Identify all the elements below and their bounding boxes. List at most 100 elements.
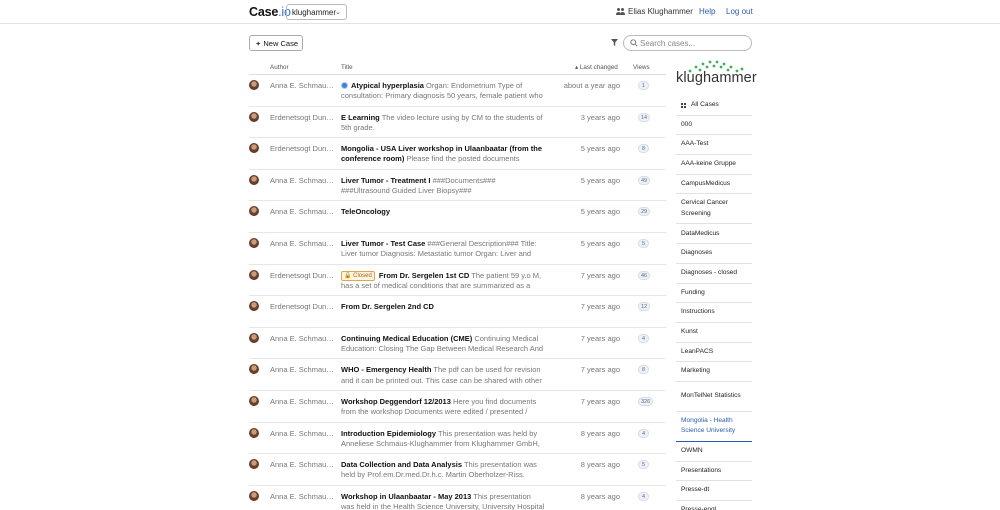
brand-logo[interactable]: Case.io	[249, 5, 291, 19]
filter-icon[interactable]	[611, 39, 618, 46]
case-last-changed: 7 years ago	[580, 365, 620, 375]
case-title[interactable]: E Learning	[341, 113, 380, 122]
sidebar-item-owmn[interactable]: OWMN	[676, 442, 752, 462]
top-navbar: Case.io klughammer ⌄ Elias Klughammer He…	[0, 0, 1000, 24]
table-row[interactable]: Anna E. Schmau… Data Collection and Data …	[249, 454, 666, 486]
search-input[interactable]	[640, 37, 748, 49]
sidebar-item-aaa-test[interactable]: AAA-Test	[676, 135, 752, 156]
avatar	[249, 80, 259, 90]
logout-link[interactable]: Log out	[726, 7, 753, 16]
case-title-cell[interactable]: Continuing Medical Education (CME) Conti…	[341, 334, 546, 354]
case-title-cell[interactable]: E Learning The video lecture using by CM…	[341, 113, 546, 133]
sidebar-item-000[interactable]: 000	[676, 116, 752, 136]
case-title-cell[interactable]: From Dr. Sergelen 2nd CD	[341, 302, 546, 312]
sidebar-item-label: All Cases	[691, 101, 719, 109]
case-title[interactable]: Workshop Deggendorf 12/2013	[341, 397, 451, 406]
table-row[interactable]: Anna E. Schmau… Liver Tumor - Treatment I…	[249, 170, 666, 202]
case-last-changed: about a year ago	[563, 81, 620, 90]
case-author: Anna E. Schmau…	[270, 333, 334, 343]
case-title-cell[interactable]: WHO - Emergency Health The pdf can be us…	[341, 365, 546, 385]
case-title-cell[interactable]: Workshop Deggendorf 12/2013 Here you fin…	[341, 397, 546, 417]
case-author: Erdenetsogt Dun…	[270, 270, 334, 280]
sidebar-item-diagnoses[interactable]: Diagnoses	[676, 244, 752, 264]
sidebar-item-cervical-cancer-screening[interactable]: Cervical Cancer Screening	[676, 194, 752, 225]
sidebar-item-presentations[interactable]: Presentations	[676, 462, 752, 482]
table-row[interactable]: Anna E. Schmau… Workshop Deggendorf 12/20…	[249, 391, 666, 423]
views-count-badge: 5	[638, 460, 649, 470]
case-title[interactable]: Workshop in Ulaanbaatar - May 2013	[341, 492, 471, 501]
table-row[interactable]: Erdenetsogt Dun… 🔒 Closed From Dr. Sergele…	[249, 265, 666, 297]
organization-select[interactable]: klughammer ⌄	[286, 4, 347, 20]
table-row[interactable]: Erdenetsogt Dun… E Learning The video lec…	[249, 107, 666, 139]
case-title-cell[interactable]: TeleOncology	[341, 207, 546, 217]
sidebar-item-campusmedicus[interactable]: CampusMedicus	[676, 175, 752, 195]
case-title-cell[interactable]: 🔒 Closed From Dr. Sergelen 1st CD The pat…	[341, 270, 546, 291]
sidebar-item-presse-dt[interactable]: Presse-dt	[676, 481, 752, 501]
case-list: Anna E. Schmau… Atypical hyperplasia Orga…	[249, 75, 666, 510]
case-title[interactable]: WHO - Emergency Health	[341, 365, 431, 374]
case-title[interactable]: From Dr. Sergelen 1st CD	[379, 271, 469, 280]
case-author: Erdenetsogt Dun…	[270, 112, 334, 122]
views-count-badge: 46	[638, 270, 651, 280]
table-row[interactable]: Anna E. Schmau… Workshop in Ulaanbaatar -…	[249, 486, 666, 510]
views-count-badge: 8	[638, 144, 649, 154]
case-title-cell[interactable]: Data Collection and Data Analysis This p…	[341, 460, 546, 480]
sidebar-item-presse-engl[interactable]: Presse-engl	[676, 501, 752, 510]
case-title[interactable]: Introduction Epidemiology	[341, 429, 436, 438]
search-box[interactable]	[623, 35, 752, 51]
views-count-badge: 4	[638, 333, 649, 343]
case-last-changed: 7 years ago	[580, 302, 620, 312]
sidebar-item-instructions[interactable]: Instructions	[676, 303, 752, 323]
case-title[interactable]: Atypical hyperplasia	[351, 81, 424, 90]
case-author: Anna E. Schmau…	[270, 365, 334, 375]
plus-icon: +	[256, 39, 261, 48]
sidebar-item-leanpacs[interactable]: LeanPACS	[676, 343, 752, 363]
sidebar-item-diagnoses-closed[interactable]: Diagnoses - closed	[676, 264, 752, 284]
views-count-badge: 326	[638, 396, 654, 406]
table-row[interactable]: Anna E. Schmau… Continuing Medical Educat…	[249, 328, 666, 360]
table-row[interactable]: Erdenetsogt Dun… Mongolia - USA Liver wor…	[249, 138, 666, 170]
case-title[interactable]: From Dr. Sergelen 2nd CD	[341, 302, 434, 311]
case-title-cell[interactable]: Introduction Epidemiology This presentat…	[341, 429, 546, 449]
column-header-author[interactable]: Author	[270, 64, 289, 71]
case-title[interactable]: Data Collection and Data Analysis	[341, 460, 462, 469]
case-title[interactable]: TeleOncology	[341, 207, 390, 216]
case-title-cell[interactable]: Liver Tumor - Treatment I ###Documents##…	[341, 176, 546, 196]
case-title-cell[interactable]: Workshop in Ulaanbaatar - May 2013 This …	[341, 492, 546, 510]
table-row[interactable]: Anna E. Schmau… TeleOncology 5 years ago 2…	[249, 201, 666, 233]
table-row[interactable]: Anna E. Schmau… WHO - Emergency Health Th…	[249, 359, 666, 391]
sidebar-item-all-cases[interactable]: All Cases	[676, 96, 752, 116]
sidebar-item-datamedicus[interactable]: DataMedicus	[676, 224, 752, 245]
sidebar-item-label: Marketing	[681, 367, 710, 375]
sort-asc-icon: ▴	[575, 64, 579, 71]
column-header-title[interactable]: Title	[341, 64, 353, 71]
case-title-cell[interactable]: Atypical hyperplasia Organ: Endometrium …	[341, 81, 546, 101]
sidebar-item-kunst[interactable]: Kunst	[676, 323, 752, 343]
table-row[interactable]: Anna E. Schmau… Liver Tumor - Test Case #…	[249, 233, 666, 265]
case-title[interactable]: Continuing Medical Education (CME)	[341, 334, 472, 343]
help-link[interactable]: Help	[699, 7, 715, 16]
views-count-badge: 4	[638, 428, 649, 438]
table-row[interactable]: Anna E. Schmau… Atypical hyperplasia Orga…	[249, 75, 666, 107]
sidebar-item-funding[interactable]: Funding	[676, 284, 752, 304]
case-title-cell[interactable]: Liver Tumor - Test Case ###General Descr…	[341, 239, 546, 259]
case-last-changed: 7 years ago	[580, 270, 620, 280]
column-header-last-changed[interactable]: ▴ Last changed	[575, 64, 618, 71]
table-row[interactable]: Anna E. Schmau… Introduction Epidemiology…	[249, 423, 666, 455]
sidebar-item-marketing[interactable]: Marketing	[676, 362, 752, 382]
avatar	[249, 174, 259, 185]
case-last-changed: 5 years ago	[580, 238, 620, 248]
sidebar-item-label: Presse-engl	[681, 506, 717, 510]
case-title[interactable]: Liver Tumor - Treatment I	[341, 176, 430, 185]
user-menu[interactable]: Elias Klughammer	[616, 7, 693, 16]
table-row[interactable]: Erdenetsogt Dun… From Dr. Sergelen 2nd CD…	[249, 296, 666, 328]
new-case-button[interactable]: + New Case	[249, 35, 303, 51]
sidebar-item-mongolia-health-science-university[interactable]: Mongolia - Health Science University	[676, 412, 752, 442]
sidebar-item-aaa-keine-gruppe[interactable]: AAA-keine Gruppe	[676, 155, 752, 175]
user-name: Elias Klughammer	[628, 7, 693, 16]
sidebar-item-montelnet-statistics[interactable]: MonTelNet Statistics	[676, 382, 752, 412]
case-title-cell[interactable]: Mongolia - USA Liver workshop in Ulaanba…	[341, 144, 546, 164]
column-header-views[interactable]: Views	[633, 64, 650, 71]
case-title[interactable]: Liver Tumor - Test Case	[341, 239, 425, 248]
case-last-changed: 7 years ago	[580, 333, 620, 343]
